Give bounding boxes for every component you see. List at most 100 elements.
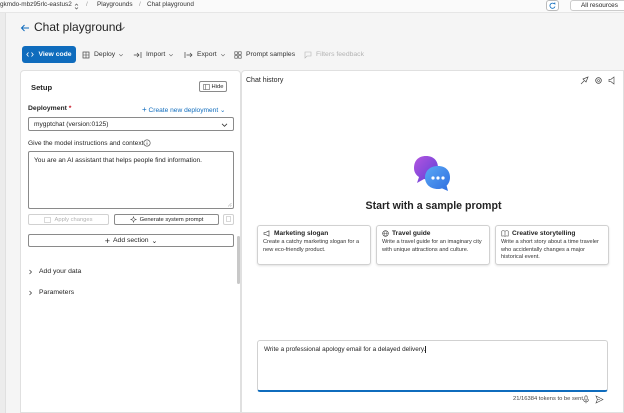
back-arrow-icon[interactable] xyxy=(19,22,31,34)
megaphone-icon xyxy=(263,230,270,237)
card-title-row: Creative storytelling xyxy=(501,230,603,237)
feedback-icon xyxy=(304,51,312,59)
parameters-expander[interactable]: Parameters xyxy=(28,289,74,296)
card-description: Write a travel guide for an imaginary ci… xyxy=(382,239,482,253)
panel-icon xyxy=(202,83,210,90)
prompt-samples-label: Prompt samples xyxy=(246,51,296,58)
add-section-button[interactable]: + Add section ⌄ xyxy=(28,234,234,247)
filters-feedback-label: Filters feedback xyxy=(316,51,364,58)
apply-changes-label: Apply changes xyxy=(54,216,93,223)
filters-feedback-button[interactable]: Filters feedback xyxy=(304,46,364,63)
plus-icon: + xyxy=(142,105,147,114)
parameters-label: Parameters xyxy=(39,289,75,296)
instructions-textarea[interactable]: You are an AI assistant that helps peopl… xyxy=(28,151,234,209)
create-deployment-link[interactable]: + Create new deployment ⌄ xyxy=(142,105,226,114)
token-count: 21/16384 tokens to be sent xyxy=(513,396,583,402)
left-nav-edge xyxy=(0,13,6,413)
add-your-data-expander[interactable]: Add your data xyxy=(28,268,81,275)
import-button[interactable]: Import xyxy=(133,46,178,63)
chat-input-value: Write a professional apology email for a… xyxy=(264,346,426,354)
chevron-right-icon xyxy=(29,290,32,295)
card-title: Creative storytelling xyxy=(512,230,576,237)
card-description: Create a catchy marketing slogan for a n… xyxy=(263,239,360,253)
generate-system-prompt-button[interactable]: Generate system prompt xyxy=(114,214,219,225)
copy-button[interactable] xyxy=(223,214,234,225)
sample-card-marketing-slogan[interactable]: Marketing slogan Create a catchy marketi… xyxy=(257,225,371,265)
add-section-label: Add section xyxy=(113,237,149,244)
view-code-button[interactable]: View code xyxy=(22,46,76,63)
deployment-value: mygptchat (version:0125) xyxy=(34,121,109,128)
text-caret xyxy=(425,346,426,353)
refresh-button[interactable] xyxy=(546,0,559,11)
required-mark: * xyxy=(68,105,72,112)
generate-system-prompt-label: Generate system prompt xyxy=(139,216,204,223)
hide-label: Hide xyxy=(211,83,224,90)
card-title: Travel guide xyxy=(392,230,431,237)
setup-scrollbar[interactable] xyxy=(237,236,240,284)
chat-input[interactable]: Write a professional apology email for a… xyxy=(257,340,608,392)
code-icon xyxy=(26,52,35,57)
send-icon[interactable] xyxy=(595,395,604,404)
chat-bubbles-icon xyxy=(414,156,450,191)
chevron-down-icon xyxy=(221,123,228,127)
page-title: Chat playground xyxy=(34,20,123,34)
clear-chat-icon[interactable] xyxy=(580,76,589,85)
chevron-down-icon xyxy=(119,53,124,56)
sample-card-travel-guide[interactable]: Travel guide Write a travel guide for an… xyxy=(376,225,490,265)
hide-button[interactable]: Hide xyxy=(199,81,227,92)
export-label: Export xyxy=(197,51,217,58)
add-your-data-label: Add your data xyxy=(39,268,82,275)
breadcrumb-playgrounds[interactable]: Playgrounds xyxy=(97,1,133,8)
card-title: Marketing slogan xyxy=(274,230,329,237)
chevron-down-icon xyxy=(220,53,225,56)
copy-icon xyxy=(226,216,231,222)
instructions-value: You are an AI assistant that helps peopl… xyxy=(34,157,203,164)
chevron-down-icon: ⌄ xyxy=(220,107,226,114)
breadcrumb-resource[interactable]: gkmdo-mbz95rlc-eastus2 xyxy=(0,1,72,8)
instructions-label: Give the model instructions and context xyxy=(28,140,144,147)
chevron-down-icon: ⌄ xyxy=(151,237,158,245)
save-icon xyxy=(44,216,52,223)
resize-handle-icon[interactable] xyxy=(227,202,232,207)
chevron-right-icon xyxy=(29,269,32,274)
refresh-icon xyxy=(549,2,556,9)
deployment-select[interactable]: mygptchat (version:0125) xyxy=(28,117,234,131)
card-title-row: Travel guide xyxy=(382,230,484,237)
deployment-label: Deployment * xyxy=(28,105,71,112)
export-icon xyxy=(184,51,193,58)
settings-icon[interactable] xyxy=(594,76,603,85)
globe-icon xyxy=(382,230,389,237)
deployment-label-text: Deployment xyxy=(28,105,67,112)
prompt-samples-button[interactable]: Prompt samples xyxy=(234,46,295,63)
deploy-button[interactable]: Deploy xyxy=(82,46,128,63)
card-title-row: Marketing slogan xyxy=(263,230,365,237)
card-description: Write a short story about a time travele… xyxy=(501,239,599,261)
create-deployment-label: Create new deployment xyxy=(148,107,219,114)
info-icon[interactable] xyxy=(143,139,151,147)
breadcrumb-current: Chat playground xyxy=(147,1,194,8)
speaker-icon[interactable] xyxy=(608,76,617,85)
import-icon xyxy=(133,51,142,58)
plus-icon: + xyxy=(104,235,111,246)
view-code-label: View code xyxy=(38,51,72,58)
cube-icon xyxy=(82,51,90,58)
all-resources-label: All resources xyxy=(581,2,618,9)
sample-card-creative-storytelling[interactable]: Creative storytelling Write a short stor… xyxy=(495,225,609,265)
setup-panel: Setup Hide Deployment * + Create new dep… xyxy=(20,70,241,413)
chat-history-title: Chat history xyxy=(246,77,284,84)
chevron-updown-icon[interactable] xyxy=(74,3,79,10)
book-icon xyxy=(501,230,509,237)
chevron-down-icon[interactable] xyxy=(118,24,126,32)
sparkle-icon xyxy=(129,216,137,223)
deploy-label: Deploy xyxy=(94,51,116,58)
chevron-down-icon xyxy=(169,53,174,56)
apply-changes-button[interactable]: Apply changes xyxy=(28,214,109,225)
setup-title: Setup xyxy=(31,83,53,92)
grid-icon xyxy=(234,51,242,58)
microphone-icon[interactable] xyxy=(582,395,590,404)
export-button[interactable]: Export xyxy=(184,46,230,63)
import-label: Import xyxy=(146,51,166,58)
sample-prompt-heading: Start with a sample prompt xyxy=(365,200,502,212)
breadcrumb: gkmdo-mbz95rlc-eastus2 / Playgrounds / C… xyxy=(0,0,624,13)
all-resources-button[interactable]: All resources xyxy=(570,0,624,11)
